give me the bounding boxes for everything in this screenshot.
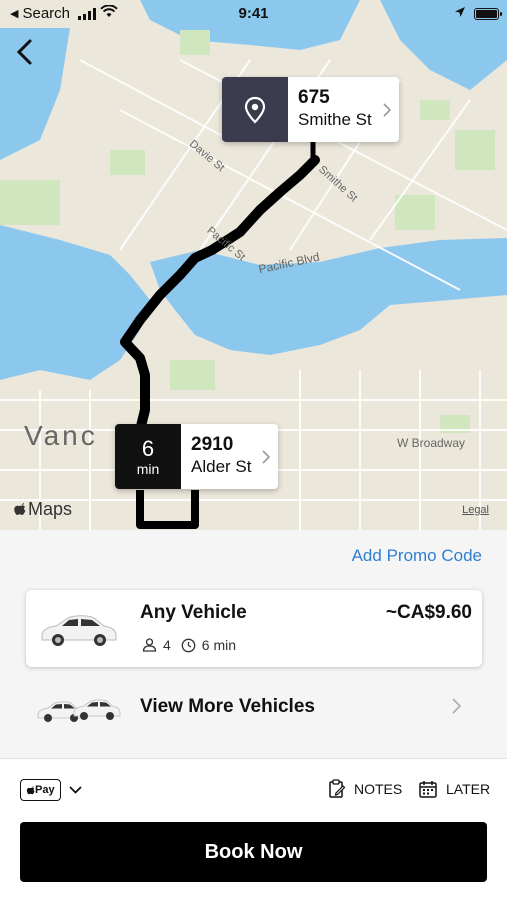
origin-street: Alder St xyxy=(191,457,252,476)
eta-unit: min xyxy=(136,460,160,477)
eta-minutes: 6 xyxy=(141,435,155,461)
chevron-right-icon xyxy=(383,102,391,117)
maps-label: Maps xyxy=(28,499,73,519)
destination-callout[interactable]: 675 Smithe St xyxy=(222,77,399,142)
origin-callout[interactable]: 6 min 2910 Alder St xyxy=(115,424,278,489)
location-arrow-icon xyxy=(454,5,466,22)
apple-logo-icon xyxy=(14,503,26,515)
later-label: LATER xyxy=(446,781,491,797)
origin-number: 2910 xyxy=(191,434,234,455)
payment-method-label: Pay xyxy=(35,784,55,796)
vehicle-option-card[interactable]: Any Vehicle ~CA$9.60 4 6 min xyxy=(26,590,482,667)
person-icon xyxy=(142,638,157,652)
vehicle-eta: 6 min xyxy=(201,637,237,653)
booking-actions: Pay NOTES LATER Book Now xyxy=(0,758,507,900)
calendar-icon xyxy=(419,781,437,798)
destination-pin xyxy=(222,77,288,142)
book-now-button[interactable]: Book Now xyxy=(20,822,487,882)
back-button[interactable] xyxy=(12,38,40,66)
clock-icon xyxy=(181,638,196,652)
eta-badge: 6 min xyxy=(115,424,181,489)
payment-selector[interactable]: Pay xyxy=(20,779,82,801)
view-more-vehicles-row[interactable]: View More Vehicles xyxy=(0,685,507,731)
map-view[interactable]: Davie St Pacific St Pacific Blvd Smithe … xyxy=(0,0,507,530)
chevron-down-icon xyxy=(68,786,82,794)
map-label-vancouver: Vanc xyxy=(24,420,98,451)
apple-logo-icon xyxy=(26,785,35,794)
chevron-left-icon xyxy=(16,39,32,65)
add-promo-code-link[interactable]: Add Promo Code xyxy=(352,546,482,566)
map-label-broadway: W Broadway xyxy=(397,436,466,450)
cars-icon xyxy=(37,699,121,722)
chevron-right-icon xyxy=(262,449,270,464)
notes-button[interactable]: NOTES xyxy=(328,779,402,799)
battery-icon xyxy=(474,7,502,20)
location-pin-icon xyxy=(244,96,266,124)
schedule-later-button[interactable]: LATER xyxy=(418,779,490,799)
notes-label: NOTES xyxy=(354,781,403,797)
booking-sheet: Add Promo Code Any Vehicle ~CA$9.60 4 6 … xyxy=(0,530,507,900)
vehicle-price: ~CA$9.60 xyxy=(385,602,472,623)
notes-icon xyxy=(329,779,346,798)
status-bar: ◀ Search 9:41 xyxy=(0,0,507,28)
apple-pay-badge: Pay xyxy=(20,779,61,801)
vehicle-name: Any Vehicle xyxy=(140,602,247,623)
legal-link[interactable]: Legal xyxy=(462,504,489,516)
car-icon xyxy=(41,615,117,646)
vehicle-seats: 4 xyxy=(163,637,171,653)
maps-attribution: Maps xyxy=(13,499,72,520)
view-more-vehicles-label: View More Vehicles xyxy=(140,696,315,717)
destination-street: Smithe St xyxy=(298,110,372,129)
chevron-right-icon xyxy=(452,698,461,714)
destination-number: 675 xyxy=(298,87,330,108)
status-time: 9:41 xyxy=(238,5,269,22)
